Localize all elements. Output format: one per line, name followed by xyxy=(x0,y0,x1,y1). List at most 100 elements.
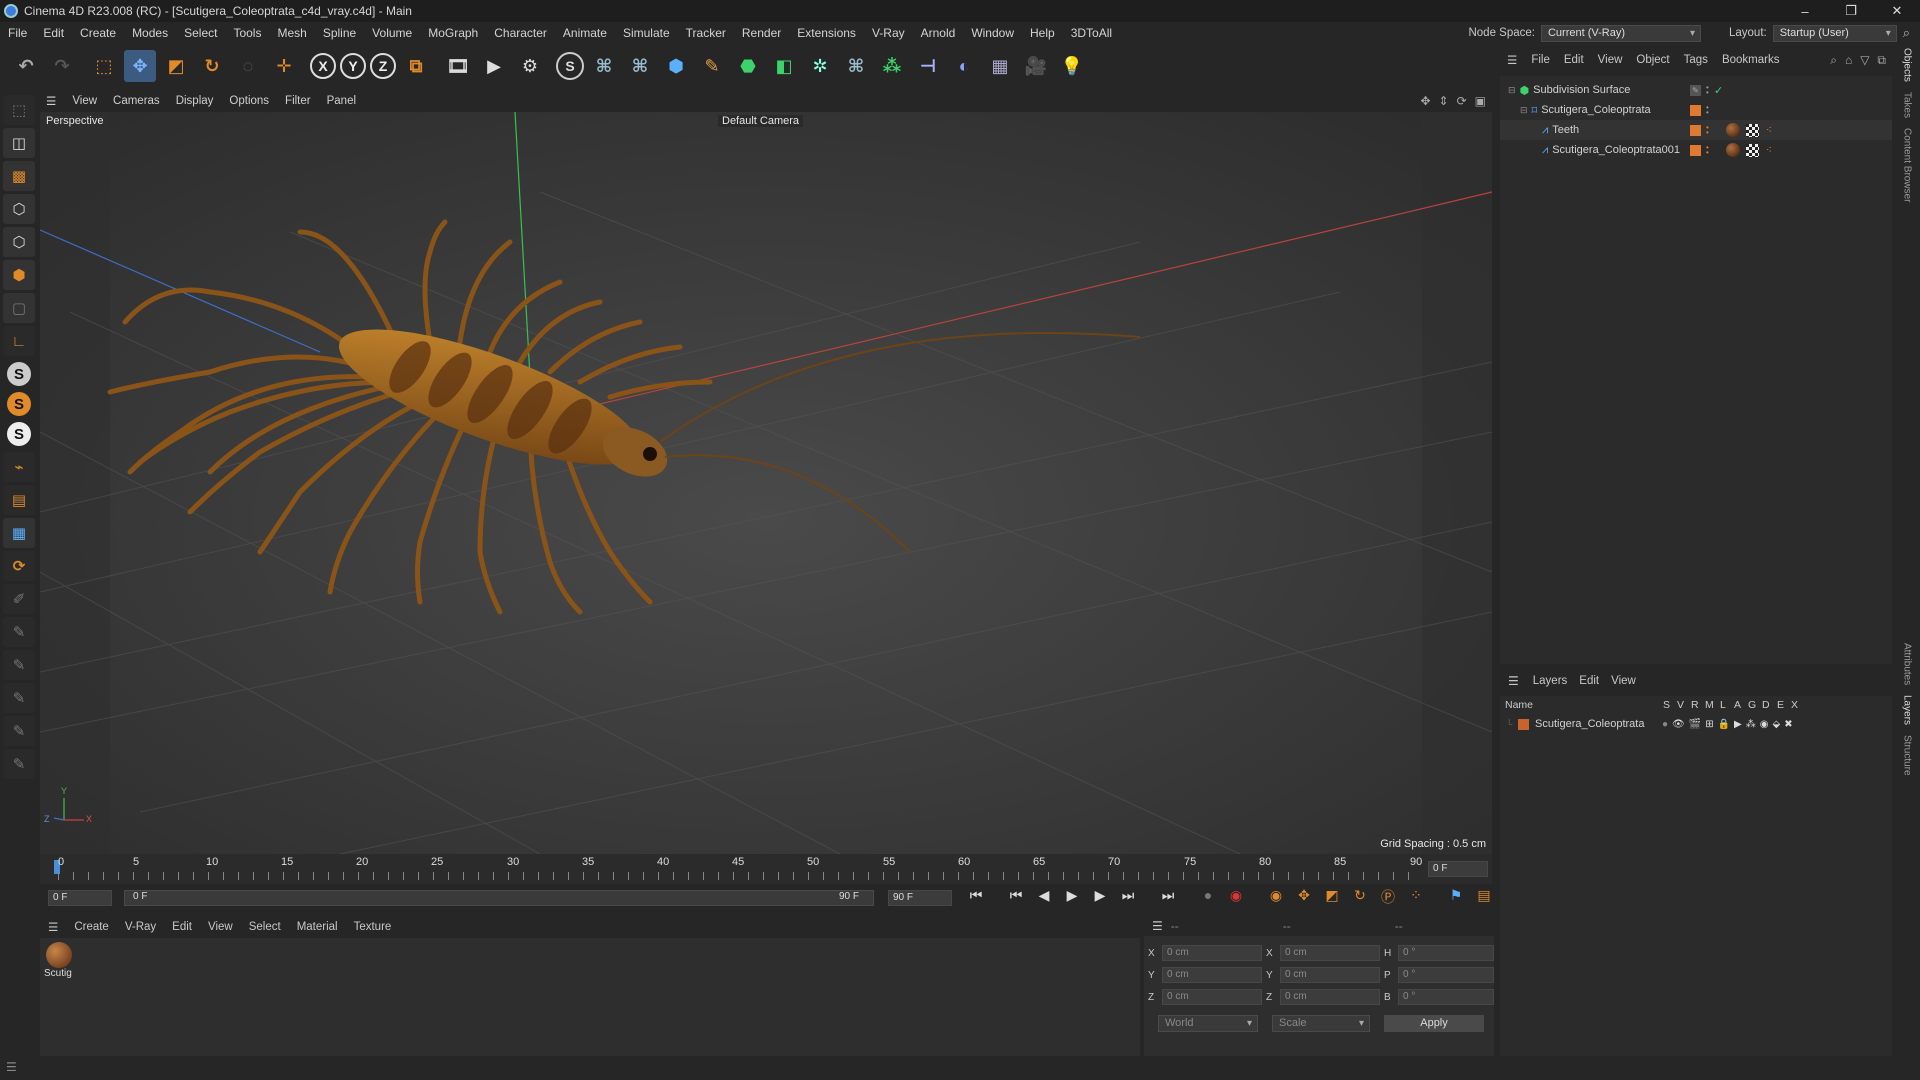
workplane-icon[interactable]: ▤ xyxy=(3,485,35,515)
object-row-teeth[interactable]: ⩘ Teeth • • ⁖ xyxy=(1500,120,1892,140)
coords-mode-dropdown[interactable]: World xyxy=(1158,1014,1258,1032)
coords-size-x-field[interactable]: 0 cm xyxy=(1280,945,1380,961)
menu-tracker[interactable]: Tracker xyxy=(678,26,734,40)
object-menu-edit[interactable]: Edit xyxy=(1557,54,1591,66)
layer-lock-icon[interactable]: 🔒 xyxy=(1718,719,1730,730)
uv-mode-icon[interactable]: ▢ xyxy=(3,293,35,323)
render-region-icon[interactable]: 🎞 xyxy=(442,50,474,82)
material-menu-edit[interactable]: Edit xyxy=(164,921,200,933)
menu-file[interactable]: File xyxy=(0,26,35,40)
layer-menu-toggle-icon[interactable]: ☰ xyxy=(1500,674,1527,688)
menu-tools[interactable]: Tools xyxy=(225,26,269,40)
rig-icon[interactable]: ✎ xyxy=(3,716,35,746)
side-tab-layers[interactable]: Layers xyxy=(1902,695,1913,725)
timeline-end-field[interactable]: 0 F xyxy=(1428,861,1488,877)
menu-simulate[interactable]: Simulate xyxy=(615,26,678,40)
menu-render[interactable]: Render xyxy=(734,26,789,40)
close-button[interactable]: ✕ xyxy=(1874,0,1920,22)
object-row-subdivision[interactable]: ⊟ ⬢ Subdivision Surface ✎ • • ✓ xyxy=(1500,80,1892,100)
layer-visible-eye-icon[interactable]: 👁 xyxy=(1672,719,1685,730)
locked-workplane-icon[interactable]: ⟳ xyxy=(3,551,35,581)
key-rotation-icon[interactable]: ↻ xyxy=(1348,887,1372,907)
x-axis-lock-icon[interactable]: X xyxy=(310,53,336,79)
go-to-start-icon[interactable]: ⏮ xyxy=(964,887,988,907)
material-manager-area[interactable]: Scutig xyxy=(40,938,1140,1056)
floor-icon[interactable]: ▦ xyxy=(984,50,1016,82)
menu-edit[interactable]: Edit xyxy=(35,26,72,40)
snap-icon[interactable]: S xyxy=(7,362,31,386)
extrude-icon[interactable]: ◧ xyxy=(768,50,800,82)
material-swatch[interactable]: Scutig xyxy=(44,942,74,982)
node-space-dropdown[interactable]: Current (V-Ray) xyxy=(1540,24,1701,42)
object-row-scutigera-001[interactable]: ⩘ Scutigera_Coleoptrata001 • • ⁖ xyxy=(1500,140,1892,160)
3d-viewport[interactable]: Perspective Default Camera Grid Spacing … xyxy=(40,112,1492,854)
coords-rot-p-field[interactable]: 0 ° xyxy=(1398,967,1494,983)
weight-icon[interactable]: ✎ xyxy=(3,749,35,779)
material-tag-icon[interactable] xyxy=(1726,143,1740,157)
live-select-icon[interactable]: ⬚ xyxy=(88,50,120,82)
expand-icon[interactable]: ⊟ xyxy=(1520,105,1528,116)
side-tab-attributes[interactable]: Attributes xyxy=(1902,643,1913,685)
play-icon[interactable]: ▶ xyxy=(1060,887,1084,907)
status-menu-icon[interactable]: ☰ xyxy=(6,1060,17,1074)
pose-icon[interactable]: ✎ xyxy=(3,683,35,713)
material-menu-vray[interactable]: V-Ray xyxy=(117,921,164,933)
timeline-window-icon[interactable]: ▤ xyxy=(1472,887,1496,907)
viewport-pan-icon[interactable]: ✥ xyxy=(1420,94,1430,108)
camera-icon[interactable]: 🎥 xyxy=(1020,50,1052,82)
brush-icon[interactable]: ✐ xyxy=(3,584,35,614)
viewport-camera-label[interactable]: Default Camera xyxy=(718,115,804,127)
cube-primitive-icon[interactable]: ⬢ xyxy=(660,50,692,82)
material-menu-texture[interactable]: Texture xyxy=(346,921,400,933)
layer-name[interactable]: Scutigera_Coleoptrata xyxy=(1535,718,1644,730)
coords-pos-x-field[interactable]: 0 cm xyxy=(1162,945,1262,961)
layer-xref-icon[interactable]: ✖ xyxy=(1784,719,1792,730)
object-search-icon[interactable]: ⌕ xyxy=(1830,53,1837,68)
viewport-menu-options[interactable]: Options xyxy=(221,95,277,107)
viewport-zoom-icon[interactable]: ⇕ xyxy=(1439,94,1449,108)
z-axis-lock-icon[interactable]: Z xyxy=(370,53,396,79)
axis-mode-icon[interactable]: ∟ xyxy=(3,326,35,356)
deformer-icon[interactable]: ⊣ xyxy=(912,50,944,82)
material-tag-icon[interactable] xyxy=(1726,123,1740,137)
search-icon[interactable]: ⌕ xyxy=(1903,25,1910,41)
layer-deformers-icon[interactable]: ◉ xyxy=(1760,719,1769,730)
coords-scale-dropdown[interactable]: Scale xyxy=(1272,1014,1370,1032)
viewport-menu-filter[interactable]: Filter xyxy=(277,95,319,107)
layer-color-swatch[interactable] xyxy=(1690,144,1701,156)
uv-tag-icon[interactable] xyxy=(1746,123,1759,137)
coords-menu-toggle-icon[interactable]: ☰ xyxy=(1144,919,1171,933)
vertex-tag-icon[interactable]: ⁖ xyxy=(1766,145,1772,156)
pen-spline-icon[interactable]: ✎ xyxy=(696,50,728,82)
python-script-icon[interactable]: ⌘ xyxy=(588,50,620,82)
sculpt-icon[interactable]: ✎ xyxy=(3,617,35,647)
layer-color-swatch[interactable] xyxy=(1518,718,1529,730)
material-menu-create[interactable]: Create xyxy=(66,921,117,933)
render-settings-icon[interactable]: ⚙ xyxy=(514,50,546,82)
layer-animation-icon[interactable]: ▶ xyxy=(1734,719,1742,730)
menu-3dtoall[interactable]: 3DToAll xyxy=(1063,26,1120,40)
previous-key-icon[interactable]: ⏮ xyxy=(1004,887,1028,907)
layer-menu-edit[interactable]: Edit xyxy=(1573,675,1605,687)
object-filter-icon[interactable]: ▽ xyxy=(1860,53,1869,68)
viewport-menu-cameras[interactable]: Cameras xyxy=(105,95,168,107)
paint-icon[interactable]: ✎ xyxy=(3,650,35,680)
object-new-window-icon[interactable]: ⧉ xyxy=(1877,53,1886,68)
motion-system-icon[interactable]: ⚑ xyxy=(1444,887,1468,907)
layer-manager-icon[interactable]: ⊞ xyxy=(1705,719,1713,730)
key-parameter-icon[interactable]: Ⓟ xyxy=(1376,887,1400,907)
layer-solo-icon[interactable]: ● xyxy=(1662,719,1668,730)
light-icon[interactable]: 💡 xyxy=(1056,50,1088,82)
workplane-snap-icon[interactable]: S xyxy=(7,422,31,446)
side-tab-content-browser[interactable]: Content Browser xyxy=(1902,128,1913,202)
layer-generators-icon[interactable]: ⁂ xyxy=(1746,719,1756,730)
end-frame-field[interactable]: 90 F xyxy=(888,890,952,906)
key-pla-icon[interactable]: ⁘ xyxy=(1404,887,1428,907)
object-menu-file[interactable]: File xyxy=(1524,54,1557,66)
maximize-button[interactable]: ❐ xyxy=(1828,0,1874,22)
texture-mode-icon[interactable]: ▩ xyxy=(3,161,35,191)
menu-extensions[interactable]: Extensions xyxy=(789,26,864,40)
menu-modes[interactable]: Modes xyxy=(124,26,176,40)
rotate-icon[interactable]: ↻ xyxy=(196,50,228,82)
apply-button[interactable]: Apply xyxy=(1384,1014,1484,1032)
